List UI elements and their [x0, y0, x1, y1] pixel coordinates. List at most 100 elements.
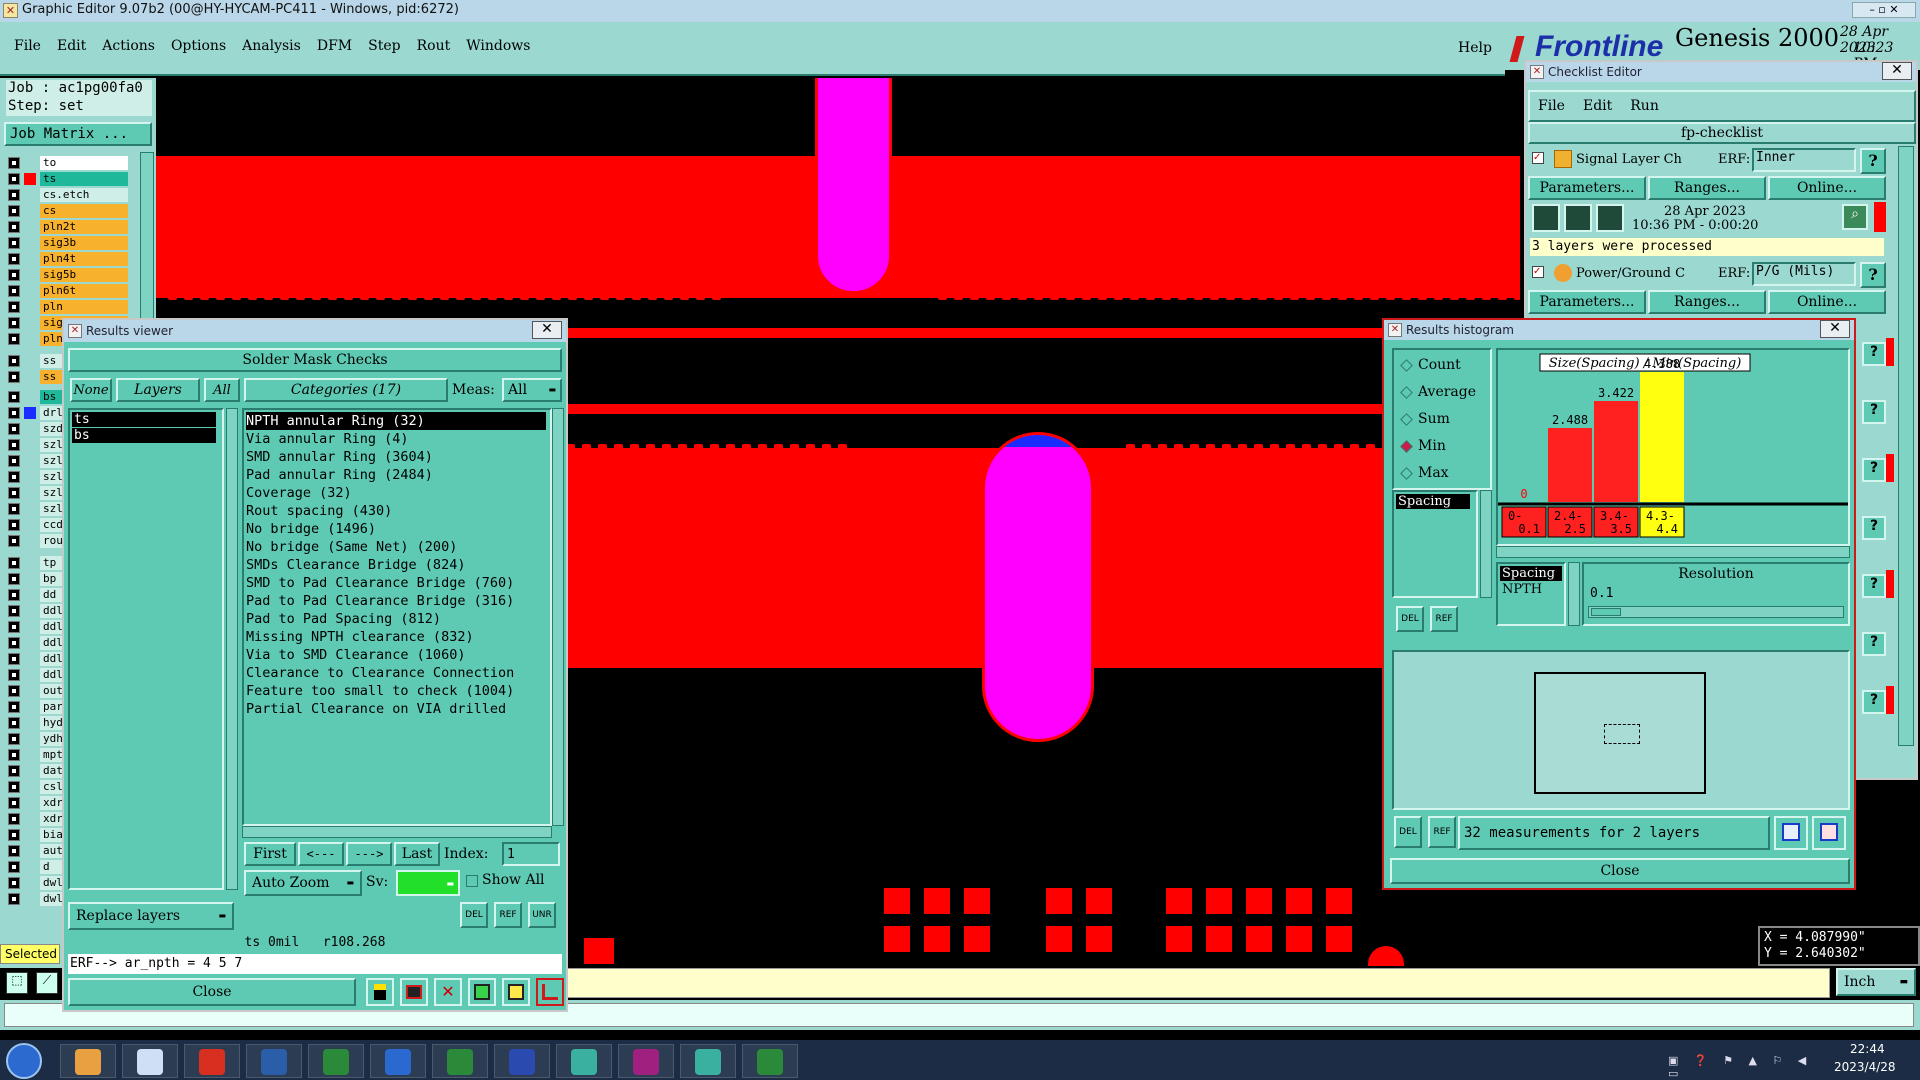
item1-online-button[interactable]: Online...	[1768, 176, 1886, 200]
layer-name[interactable]: ts	[40, 172, 128, 186]
layer-checkbox[interactable]	[8, 605, 20, 617]
layer-checkbox[interactable]	[8, 717, 20, 729]
layers-all-button[interactable]: All	[204, 378, 240, 402]
layer-result-ts[interactable]: ts	[72, 412, 216, 427]
layer-checkbox[interactable]	[8, 237, 20, 249]
layer-checkbox[interactable]	[8, 205, 20, 217]
del-button[interactable]: DEL	[460, 902, 488, 928]
sv-color-select[interactable]: ▬	[396, 870, 460, 896]
next-button[interactable]: --->	[346, 842, 392, 866]
layer-checkbox[interactable]	[8, 797, 20, 809]
histogram-close-button[interactable]: Close	[1390, 858, 1850, 884]
layer-checkbox[interactable]	[8, 701, 20, 713]
layer-checkbox[interactable]	[8, 285, 20, 297]
menu-step[interactable]: Step	[368, 38, 400, 58]
resolution-list-scrollbar[interactable]	[1568, 562, 1580, 626]
summary-del-button[interactable]: DEL	[1394, 816, 1422, 848]
layer-checkbox[interactable]	[8, 893, 20, 905]
filter-tool-icon[interactable]	[468, 978, 496, 1006]
results-close-button[interactable]: Close	[68, 978, 356, 1006]
meas-select[interactable]: All ▬	[502, 378, 562, 402]
category-item[interactable]: SMDs Clearance Bridge (824)	[246, 556, 546, 574]
layer-row[interactable]: to	[6, 156, 128, 170]
taskbar-app-icon[interactable]	[680, 1044, 736, 1078]
histogram-bar[interactable]	[1640, 372, 1684, 502]
item2-erf-value[interactable]: P/G (Mils)	[1752, 262, 1856, 286]
category-item[interactable]: SMD annular Ring (3604)	[246, 448, 546, 466]
layer-name[interactable]: cs.etch	[40, 188, 128, 202]
export-icon[interactable]	[1774, 816, 1808, 850]
layer-result-bs[interactable]: bs	[72, 428, 216, 443]
layer-name[interactable]: pln6t	[40, 284, 128, 298]
layer-checkbox[interactable]	[8, 157, 20, 169]
taskbar-app-icon[interactable]	[370, 1044, 426, 1078]
layer-checkbox[interactable]	[8, 221, 20, 233]
layer-row[interactable]: sig3b	[6, 236, 128, 250]
layer-checkbox[interactable]	[8, 589, 20, 601]
category-item[interactable]: Partial Clearance on VIA drilled	[246, 700, 546, 718]
help-icon[interactable]: ?	[1862, 574, 1886, 598]
layer-checkbox[interactable]	[8, 557, 20, 569]
measure-tool-icon[interactable]: ⟋	[36, 972, 58, 994]
layer-checkbox[interactable]	[8, 781, 20, 793]
taskbar-app-icon[interactable]	[246, 1044, 302, 1078]
taskbar-app-icon[interactable]	[432, 1044, 488, 1078]
category-item[interactable]: NPTH annular Ring (32)	[246, 412, 546, 430]
menu-actions[interactable]: Actions	[102, 38, 155, 58]
menu-windows[interactable]: Windows	[466, 38, 530, 58]
layer-checkbox[interactable]	[8, 829, 20, 841]
layer-checkbox[interactable]	[8, 749, 20, 761]
start-icon[interactable]	[6, 1043, 42, 1079]
item2-online-button[interactable]: Online...	[1768, 290, 1886, 314]
histogram-tool-icon[interactable]	[536, 978, 564, 1006]
menu-help[interactable]: Help	[1458, 40, 1492, 56]
menu-analysis[interactable]: Analysis	[242, 38, 301, 58]
item2-ranges-button[interactable]: Ranges...	[1648, 290, 1766, 314]
layer-checkbox[interactable]	[8, 503, 20, 515]
taskbar-app-icon[interactable]	[122, 1044, 178, 1078]
report-icon[interactable]	[1812, 816, 1846, 850]
checklist-scrollbar[interactable]	[1898, 146, 1914, 746]
hist-del-button[interactable]: DEL	[1396, 606, 1424, 632]
category-item[interactable]: Rout spacing (430)	[246, 502, 546, 520]
window-controls[interactable]: – ▫ ✕	[1852, 2, 1916, 18]
stop-icon[interactable]	[1596, 204, 1624, 232]
item2-parameters-button[interactable]: Parameters...	[1528, 290, 1646, 314]
layer-name[interactable]: cs	[40, 204, 128, 218]
layer-checkbox[interactable]	[8, 253, 20, 265]
category-item[interactable]: Via to SMD Clearance (1060)	[246, 646, 546, 664]
checklist-menu-run[interactable]: Run	[1630, 98, 1659, 114]
clear-tool-icon[interactable]: ✕	[434, 978, 462, 1006]
layer-name[interactable]: pln	[40, 300, 128, 314]
layer-checkbox[interactable]	[8, 301, 20, 313]
layer-row[interactable]: cs.etch	[6, 188, 128, 202]
layer-checkbox[interactable]	[8, 733, 20, 745]
item1-ranges-button[interactable]: Ranges...	[1648, 176, 1766, 200]
layer-checkbox[interactable]	[8, 423, 20, 435]
ref-button[interactable]: REF	[494, 902, 522, 928]
menu-rout[interactable]: Rout	[417, 38, 451, 58]
layer-checkbox[interactable]	[8, 355, 20, 367]
mode-count[interactable]: Count	[1398, 352, 1476, 379]
histogram-list-scrollbar[interactable]	[1480, 490, 1492, 598]
layer-checkbox[interactable]	[8, 317, 20, 329]
menu-dfm[interactable]: DFM	[317, 38, 352, 58]
category-item[interactable]: SMD to Pad Clearance Bridge (760)	[246, 574, 546, 592]
command-line[interactable]	[560, 968, 1830, 998]
histogram-bar[interactable]	[1548, 428, 1592, 502]
menu-options[interactable]: Options	[171, 38, 226, 58]
category-item[interactable]: Coverage (32)	[246, 484, 546, 502]
layers-list-scrollbar[interactable]	[226, 408, 238, 890]
help-icon[interactable]: ?	[1862, 690, 1886, 714]
layer-checkbox[interactable]	[8, 653, 20, 665]
prev-button[interactable]: <---	[298, 842, 344, 866]
category-item[interactable]: Pad annular Ring (2484)	[246, 466, 546, 484]
layer-name[interactable]: sig5b	[40, 268, 128, 282]
histogram-hscrollbar[interactable]	[1496, 546, 1850, 558]
units-select[interactable]: Inch ▬	[1836, 968, 1916, 996]
layer-row[interactable]: pln6t	[6, 284, 128, 298]
taskbar-app-icon[interactable]	[60, 1044, 116, 1078]
layer-checkbox[interactable]	[8, 173, 20, 185]
layer-checkbox[interactable]	[8, 621, 20, 633]
layer-checkbox[interactable]	[8, 877, 20, 889]
